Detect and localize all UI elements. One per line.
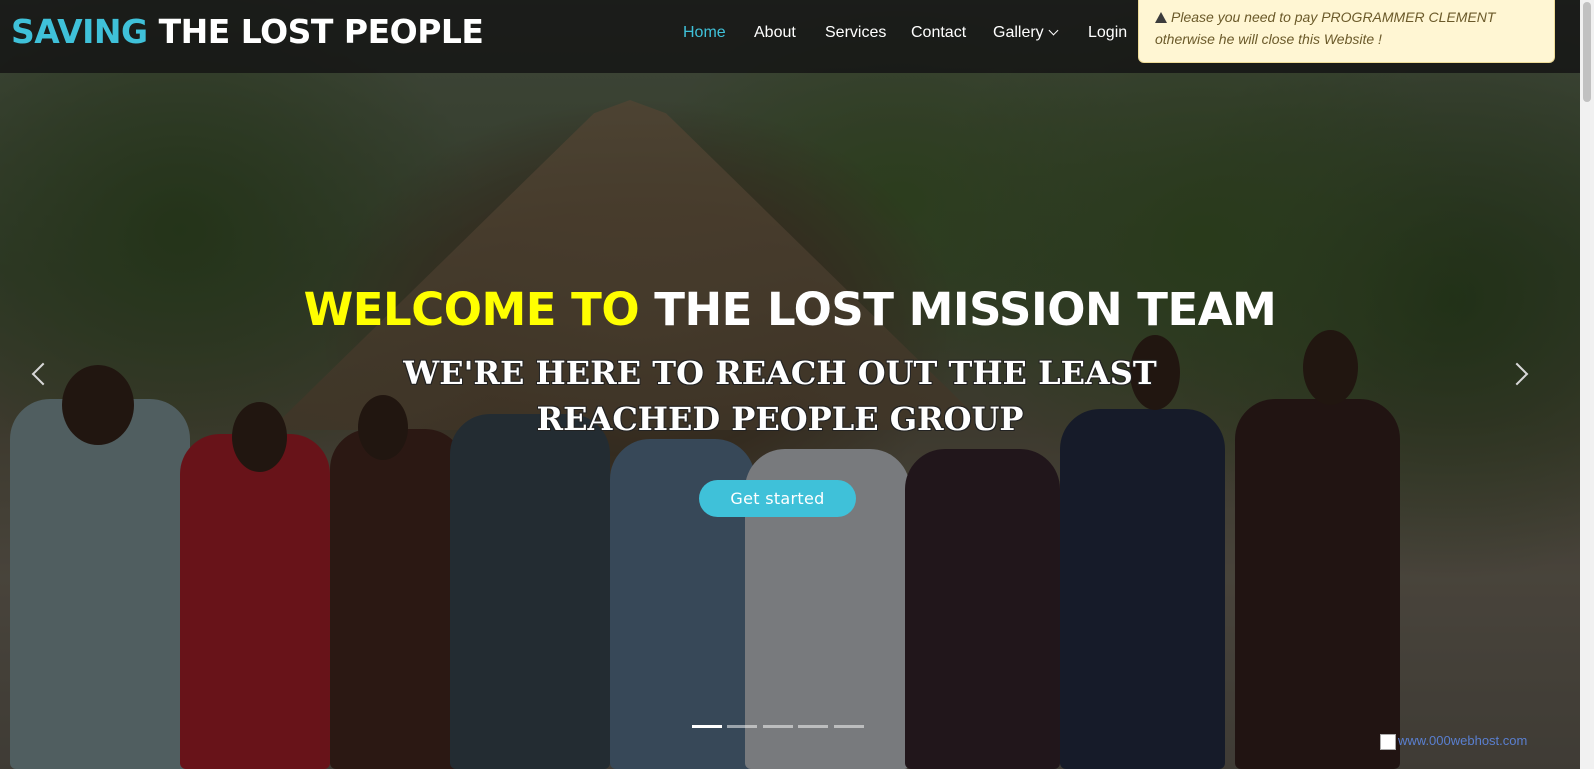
broken-image-icon [1380,733,1396,750]
page-scrollbar[interactable] [1580,0,1594,769]
nav-services[interactable]: Services [825,24,886,42]
chevron-down-icon [1048,25,1059,36]
nav-contact[interactable]: Contact [911,24,966,42]
nav-gallery[interactable]: Gallery [993,24,1059,42]
hero-heading-highlight: WELCOME TO [303,283,640,336]
nav-login[interactable]: Login [1088,24,1127,42]
carousel-indicator[interactable] [727,725,757,728]
carousel-indicator[interactable] [798,725,828,728]
carousel-indicators [692,725,872,729]
carousel-indicator[interactable] [834,725,864,728]
get-started-button[interactable]: Get started [699,480,856,517]
host-badge-text: www.000webhost.com [1398,733,1528,748]
warning-text: Please you need to pay PROGRAMMER CLEMEN… [1155,9,1496,47]
nav-home[interactable]: Home [683,24,726,42]
warning-triangle-icon [1155,12,1167,23]
nav-about[interactable]: About [754,24,796,42]
host-badge[interactable]: www.000webhost.com [1380,733,1550,763]
hero-heading-main: THE LOST MISSION TEAM [654,283,1277,336]
scrollbar-thumb[interactable] [1583,2,1591,102]
page: SAVING THE LOST PEOPLE Home About Servic… [0,0,1594,769]
payment-warning-banner: Please you need to pay PROGRAMMER CLEMEN… [1138,0,1555,63]
hero-tagline: WE'RE HERE TO REACH OUT THE LEAST REACHE… [403,354,1157,438]
carousel-indicator[interactable] [692,725,722,728]
hero-heading: WELCOME TO THE LOST MISSION TEAM [0,283,1580,336]
carousel-indicator[interactable] [763,725,793,728]
nav-gallery-label: Gallery [993,24,1044,41]
